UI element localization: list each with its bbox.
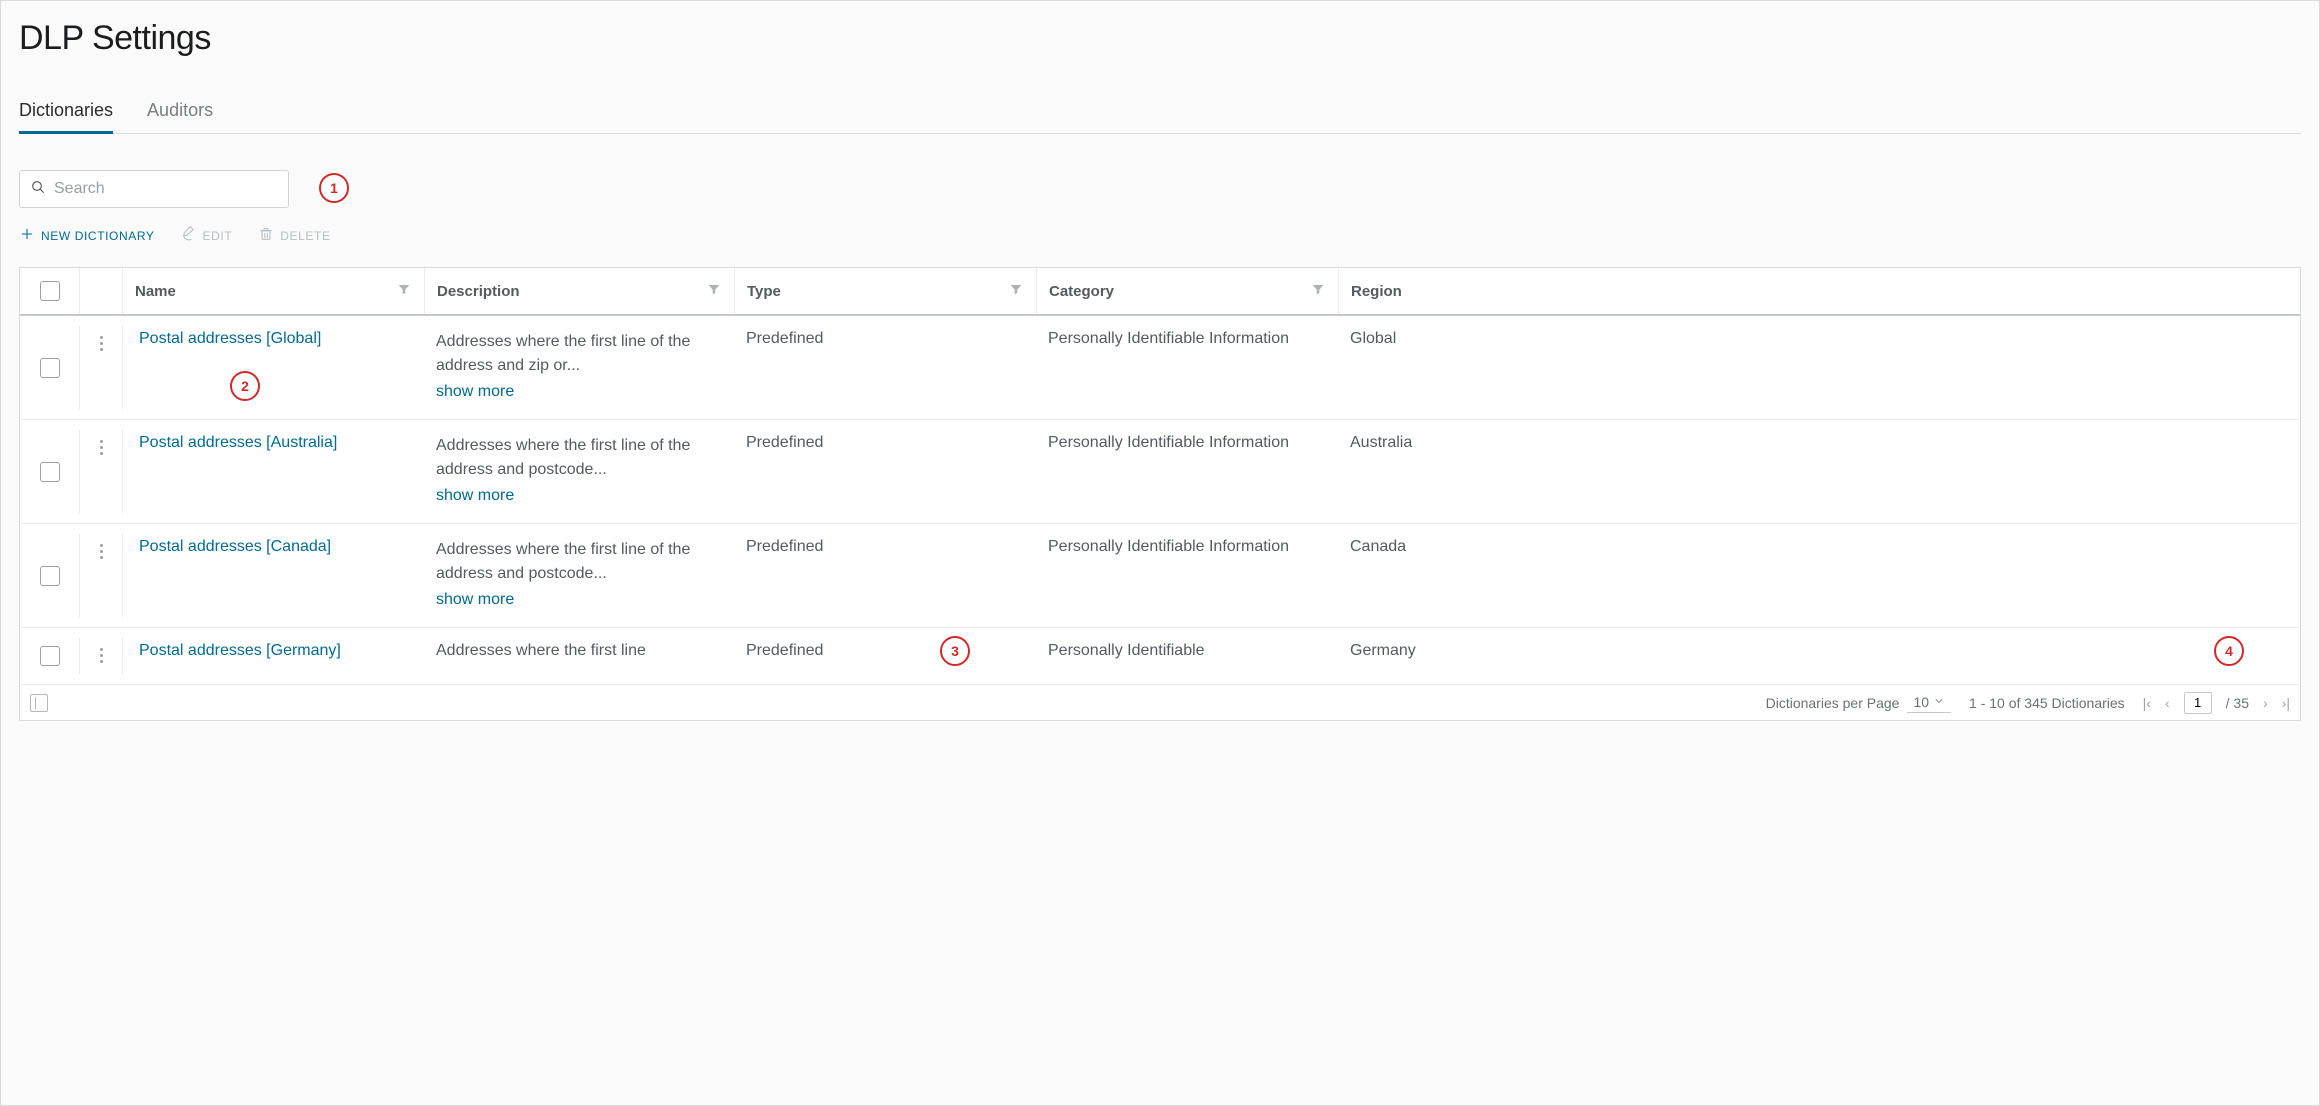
last-page-button[interactable]: ›| (2282, 695, 2290, 711)
delete-label: DELETE (280, 229, 330, 243)
filter-icon[interactable] (1008, 281, 1024, 301)
edit-icon (181, 226, 197, 245)
header-category[interactable]: Category (1036, 268, 1338, 314)
show-more-link[interactable]: show more (436, 588, 722, 612)
header-description-label: Description (437, 283, 520, 300)
new-dictionary-button[interactable]: NEW DICTIONARY (19, 226, 155, 245)
header-category-label: Category (1049, 283, 1114, 300)
tab-dictionaries[interactable]: Dictionaries (19, 94, 113, 134)
search-icon (30, 179, 46, 200)
next-page-button[interactable]: › (2263, 695, 2268, 711)
show-more-link[interactable]: show more (436, 380, 722, 404)
search-row: 1 (19, 170, 2301, 208)
chevron-down-icon (1933, 694, 1945, 710)
type-value: Predefined (746, 642, 823, 660)
category-value: Personally Identifiable Information (1048, 538, 1289, 556)
description-text: Addresses where the first line of the ad… (436, 538, 722, 586)
type-value: Predefined (746, 434, 823, 452)
select-all-checkbox[interactable] (40, 281, 60, 301)
first-page-button[interactable]: |‹ (2143, 695, 2151, 711)
table-body: Postal addresses [Global] Addresses wher… (20, 316, 2300, 684)
header-description[interactable]: Description (424, 268, 734, 314)
region-value: Australia (1350, 434, 1412, 452)
region-value: Global (1350, 330, 1396, 348)
search-input[interactable] (54, 180, 278, 198)
annotation-1: 1 (319, 173, 349, 203)
show-more-link[interactable]: show more (436, 484, 722, 508)
category-value: Personally Identifiable (1048, 642, 1205, 660)
plus-icon (19, 226, 35, 245)
table-header: Name Description Type Category (20, 268, 2300, 316)
description-cell: Addresses where the first line of the ad… (436, 330, 722, 404)
description-text: Addresses where the first line of the ad… (436, 434, 722, 482)
description-cell: Addresses where the first line of the ad… (436, 434, 722, 508)
per-page-label: Dictionaries per Page (1766, 695, 1900, 711)
table-footer: Dictionaries per Page 10 1 - 10 of 345 D… (20, 684, 2300, 720)
action-bar: NEW DICTIONARY EDIT DELETE (19, 226, 2301, 245)
dictionary-name-link[interactable]: Postal addresses [Australia] (139, 434, 337, 452)
header-type-label: Type (747, 283, 781, 300)
row-actions-menu[interactable] (92, 642, 110, 663)
tab-auditors[interactable]: Auditors (147, 94, 213, 134)
page-total-label: / 35 (2226, 695, 2249, 711)
category-value: Personally Identifiable Information (1048, 434, 1289, 452)
header-region-label: Region (1351, 283, 1402, 300)
per-page-control: Dictionaries per Page 10 (1766, 692, 1951, 713)
per-page-value: 10 (1913, 694, 1929, 710)
description-cell: Addresses where the first line of the ad… (436, 538, 722, 612)
page-title: DLP Settings (19, 19, 2301, 58)
header-name[interactable]: Name (122, 268, 424, 314)
page-input[interactable] (2184, 692, 2212, 714)
page-container: DLP Settings Dictionaries Auditors 1 NEW… (0, 0, 2320, 1106)
dictionaries-table: Name Description Type Category (19, 267, 2301, 721)
search-box[interactable] (19, 170, 289, 208)
row-actions-menu[interactable] (92, 538, 110, 559)
filter-icon[interactable] (396, 281, 412, 301)
edit-label: EDIT (203, 229, 233, 243)
category-value: Personally Identifiable Information (1048, 330, 1289, 348)
table-row: Postal addresses [Global] Addresses wher… (20, 316, 2300, 420)
row-actions-menu[interactable] (92, 434, 110, 455)
prev-page-button[interactable]: ‹ (2165, 695, 2170, 711)
type-value: Predefined (746, 538, 823, 556)
edit-button: EDIT (181, 226, 233, 245)
region-value: Germany (1350, 642, 1416, 660)
table-row: Postal addresses [Canada] Addresses wher… (20, 524, 2300, 628)
type-value: Predefined (746, 330, 823, 348)
row-checkbox[interactable] (40, 358, 60, 378)
trash-icon (258, 226, 274, 245)
row-checkbox[interactable] (40, 462, 60, 482)
range-label: 1 - 10 of 345 Dictionaries (1969, 695, 2125, 711)
dictionary-name-link[interactable]: Postal addresses [Canada] (139, 538, 331, 556)
description-text: Addresses where the first line of the ad… (436, 330, 722, 378)
header-region[interactable]: Region (1338, 268, 2300, 314)
new-dictionary-label: NEW DICTIONARY (41, 229, 155, 243)
table-row: Postal addresses [Australia] Addresses w… (20, 420, 2300, 524)
row-checkbox[interactable] (40, 646, 60, 666)
column-picker-icon[interactable] (30, 694, 48, 712)
header-type[interactable]: Type (734, 268, 1036, 314)
description-text: Addresses where the first line (436, 642, 646, 660)
table-row: Postal addresses [Germany] Addresses whe… (20, 628, 2300, 684)
dictionary-name-link[interactable]: Postal addresses [Global] (139, 330, 321, 348)
region-value: Canada (1350, 538, 1406, 556)
dictionary-name-link[interactable]: Postal addresses [Germany] (139, 642, 341, 660)
filter-icon[interactable] (706, 281, 722, 301)
pager: |‹ ‹ / 35 › ›| (2143, 692, 2290, 714)
delete-button: DELETE (258, 226, 330, 245)
row-actions-menu[interactable] (92, 330, 110, 351)
per-page-dropdown[interactable]: 10 (1907, 692, 1951, 713)
tabs: Dictionaries Auditors (19, 94, 2301, 134)
row-checkbox[interactable] (40, 566, 60, 586)
header-name-label: Name (135, 283, 176, 300)
header-checkbox-cell (20, 268, 80, 314)
filter-icon[interactable] (1310, 281, 1326, 301)
header-menu-cell (80, 268, 122, 314)
